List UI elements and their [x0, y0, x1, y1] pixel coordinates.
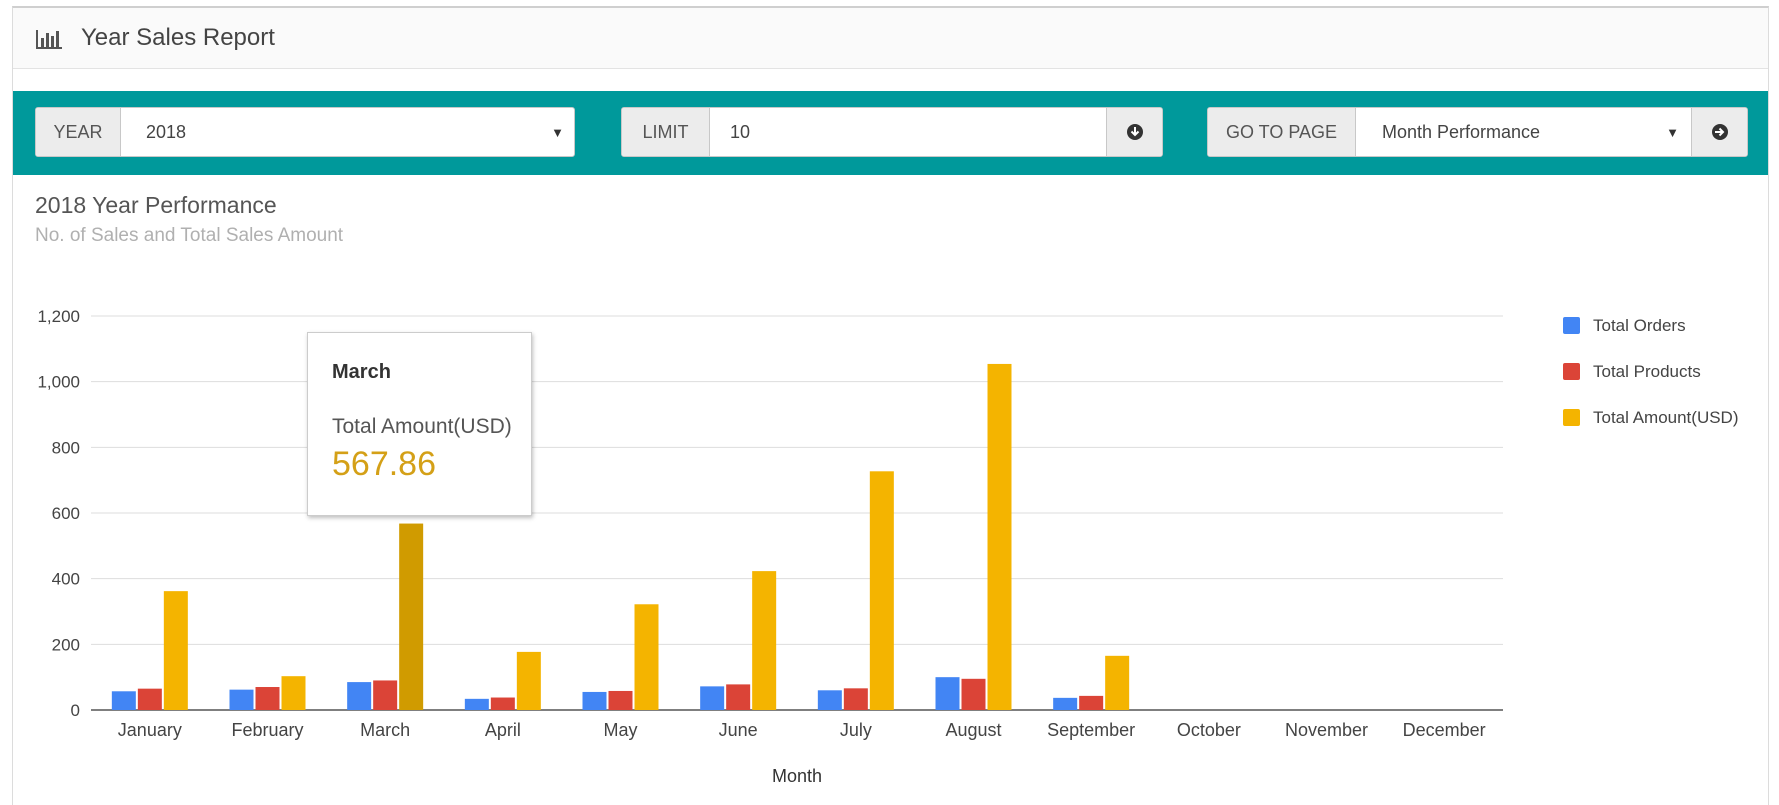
x-tick-label: March [360, 720, 410, 740]
bar-total-amount-usd-january[interactable] [163, 591, 188, 710]
x-axis-title: Month [772, 766, 822, 786]
bar-total-productsseptember[interactable] [1079, 695, 1104, 710]
x-tick-label: April [485, 720, 521, 740]
bar-total-productsfebruary[interactable] [255, 687, 280, 710]
legend-label[interactable]: Total Orders [1593, 316, 1686, 335]
x-tick-label: June [719, 720, 758, 740]
x-tick-label: July [840, 720, 872, 740]
bar-total-ordersjuly[interactable] [817, 690, 842, 710]
x-tick-label: May [603, 720, 637, 740]
chart-tooltip: March Total Amount(USD) 567.86 [307, 332, 532, 516]
bar-total-amount-usd-september[interactable] [1105, 655, 1130, 710]
legend-swatch [1563, 409, 1580, 426]
bar-total-amount-usd-august[interactable] [987, 363, 1012, 710]
tooltip-label: Total Amount(USD) [332, 415, 512, 438]
bar-total-productsjanuary[interactable] [137, 688, 162, 710]
y-tick-label: 200 [52, 635, 80, 654]
legend-label[interactable]: Total Products [1593, 362, 1701, 381]
legend-label[interactable]: Total Amount(USD) [1593, 408, 1739, 427]
x-tick-label: August [945, 720, 1001, 740]
bar-total-ordersjanuary[interactable] [111, 691, 136, 710]
bar-total-amount-usd-march[interactable] [399, 523, 424, 710]
bar-total-ordersseptember[interactable] [1053, 697, 1078, 710]
bar-total-amount-usd-may[interactable] [634, 604, 659, 710]
bar-total-ordersapril[interactable] [464, 698, 489, 710]
report-panel: Year Sales Report YEAR 2018 ▼ LIMIT 10 G… [12, 6, 1769, 805]
x-tick-label: February [231, 720, 303, 740]
bar-total-productsmay[interactable] [608, 690, 633, 710]
y-tick-label: 1,200 [37, 307, 80, 326]
x-tick-label: December [1403, 720, 1486, 740]
legend-swatch [1563, 317, 1580, 334]
bar-total-ordersmarch[interactable] [347, 682, 372, 710]
bar-total-productsjuly[interactable] [843, 688, 868, 710]
tooltip-month: March [332, 361, 391, 383]
bar-total-ordersmay[interactable] [582, 691, 607, 710]
bar-total-amount-usd-july[interactable] [869, 471, 894, 710]
y-tick-label: 0 [71, 701, 80, 720]
legend-swatch [1563, 363, 1580, 380]
x-tick-label: September [1047, 720, 1135, 740]
bar-total-amount-usd-june[interactable] [752, 571, 777, 710]
bar-total-productsmarch[interactable] [373, 680, 398, 710]
x-tick-label: January [118, 720, 182, 740]
bar-total-productsjune[interactable] [726, 684, 751, 710]
y-tick-label: 600 [52, 504, 80, 523]
bar-total-ordersaugust[interactable] [935, 677, 960, 710]
tooltip-value: 567.86 [332, 445, 436, 483]
bar-total-amount-usd-april[interactable] [516, 651, 541, 710]
bar-total-productsapril[interactable] [490, 697, 515, 710]
bar-total-ordersjune[interactable] [700, 686, 725, 710]
y-tick-label: 1,000 [37, 373, 80, 392]
bar-total-productsaugust[interactable] [961, 678, 986, 710]
bar-total-ordersfebruary[interactable] [229, 689, 254, 710]
bar-total-amount-usd-february[interactable] [281, 676, 306, 710]
y-tick-label: 400 [52, 570, 80, 589]
y-tick-label: 800 [52, 438, 80, 457]
bar-chart: 0 200 400 600 800 1,000 1,200 January February Ma… [37, 307, 1739, 786]
x-tick-label: October [1177, 720, 1241, 740]
x-tick-label: November [1285, 720, 1368, 740]
